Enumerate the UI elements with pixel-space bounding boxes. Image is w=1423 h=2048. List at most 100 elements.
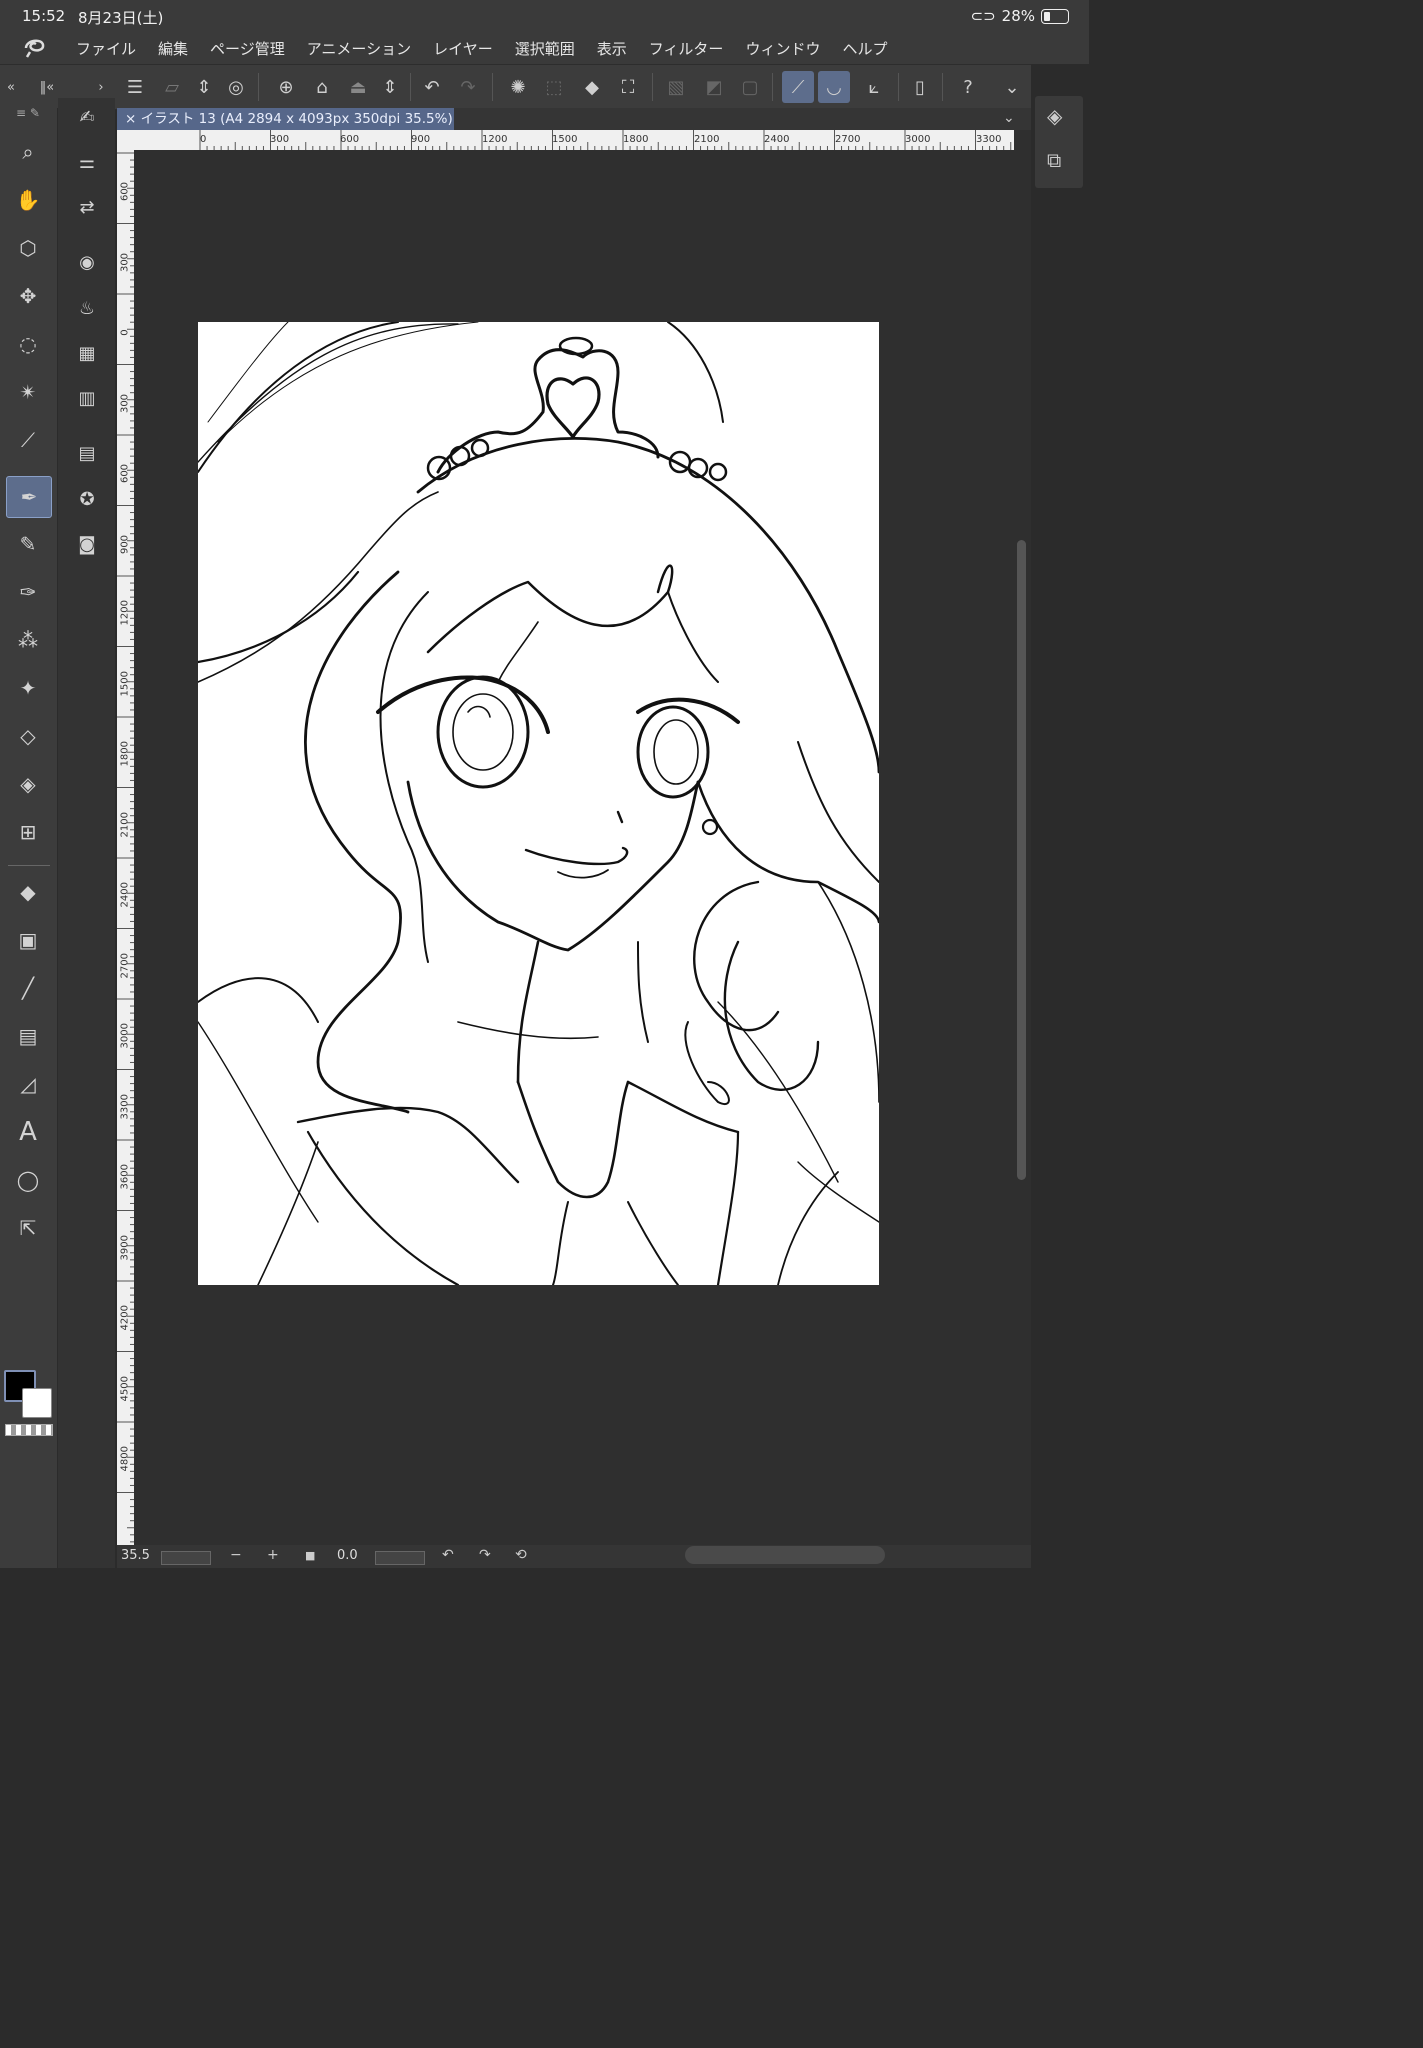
balloon-icon[interactable]: ◯ bbox=[6, 1160, 50, 1200]
hruler-label: 2700 bbox=[835, 134, 861, 145]
tool-property-icon[interactable]: ⚌ bbox=[70, 145, 104, 179]
fill-icon[interactable]: ◆ bbox=[576, 71, 608, 103]
line-art-sketch bbox=[198, 322, 879, 1285]
pen-icon[interactable]: ✒ bbox=[6, 476, 52, 518]
vruler-label: 4800 bbox=[119, 1446, 131, 1472]
intermediate-color-icon[interactable]: ▦ bbox=[70, 336, 104, 370]
device-icon[interactable]: ▯ bbox=[904, 71, 936, 103]
fit-screen-icon[interactable]: ■ bbox=[305, 1549, 315, 1562]
redo-icon[interactable]: ↷ bbox=[452, 71, 484, 103]
brush-size-icon[interactable]: ⇄ bbox=[70, 190, 104, 224]
rotation-slider[interactable] bbox=[375, 1551, 425, 1565]
eyedropper-icon[interactable]: ⟋ bbox=[6, 420, 50, 460]
zoom-icon[interactable]: ⌕ bbox=[6, 132, 50, 172]
panel-grip-icon[interactable]: ‖« bbox=[36, 71, 58, 103]
horizontal-scroll-thumb[interactable] bbox=[685, 1546, 885, 1564]
companion-icon[interactable]: ◎ bbox=[220, 71, 252, 103]
palette-dock: ✍ ⚌ ⇄ ◉ ♨ ▦ ▥ ▤ ✪ ◙ bbox=[58, 98, 115, 1568]
close-icon[interactable]: × bbox=[125, 111, 136, 127]
operation-icon[interactable]: ⇱ bbox=[6, 1208, 50, 1248]
snap-grid-icon[interactable]: ⟀ bbox=[858, 71, 890, 103]
menu-help[interactable]: ヘルプ bbox=[842, 38, 887, 59]
new-canvas-icon[interactable]: ⊕ bbox=[270, 71, 302, 103]
stepper-icon[interactable]: ⇕ bbox=[188, 71, 220, 103]
undo-icon[interactable]: ↶ bbox=[416, 71, 448, 103]
vertical-scroll-thumb[interactable] bbox=[1017, 540, 1026, 1180]
decoration-icon[interactable]: ✦ bbox=[6, 668, 50, 708]
app-logo-icon[interactable] bbox=[22, 36, 48, 58]
color-set-icon[interactable]: ♨ bbox=[70, 291, 104, 325]
auto-select-icon[interactable]: ✴ bbox=[6, 372, 50, 412]
snap-ruler-icon[interactable]: ⟋ bbox=[782, 71, 814, 103]
vertical-scrollbar[interactable] bbox=[1014, 130, 1031, 1545]
menu-view[interactable]: 表示 bbox=[597, 38, 627, 59]
help-icon[interactable]: ? bbox=[952, 71, 984, 103]
color-wheel-icon[interactable]: ◉ bbox=[70, 245, 104, 279]
lasso-icon[interactable]: ◌ bbox=[6, 324, 50, 364]
blend-icon[interactable]: ◈ bbox=[6, 764, 50, 804]
zoom-in-icon[interactable]: + bbox=[267, 1547, 279, 1563]
menu-layer[interactable]: レイヤー bbox=[433, 38, 493, 59]
layer-search-icon[interactable]: ⧉ bbox=[1047, 148, 1061, 172]
collapse-left-icon[interactable]: « bbox=[0, 71, 22, 103]
menu-animation[interactable]: アニメーション bbox=[307, 38, 411, 59]
stepper-2-icon[interactable]: ⇕ bbox=[374, 71, 406, 103]
menu-file[interactable]: ファイル bbox=[76, 38, 136, 59]
invert-selection-icon[interactable]: ◩ bbox=[698, 71, 730, 103]
sub-tool-icon[interactable]: ✍ bbox=[70, 100, 104, 134]
move-icon[interactable]: ✥ bbox=[6, 276, 50, 316]
sub-color-swatch[interactable] bbox=[22, 1388, 52, 1418]
liquify-icon[interactable]: ⊞ bbox=[6, 812, 50, 852]
vruler-label: 3000 bbox=[119, 1023, 131, 1049]
vruler-label: 1800 bbox=[119, 741, 131, 767]
zoom-out-icon[interactable]: − bbox=[230, 1547, 242, 1563]
zoom-value[interactable]: 35.5 bbox=[121, 1548, 150, 1563]
reset-rotation-icon[interactable]: ⟲ bbox=[515, 1547, 527, 1563]
layer-panel-icon[interactable]: ◈ bbox=[1047, 104, 1062, 128]
menu-filter[interactable]: フィルター bbox=[649, 38, 724, 59]
selection-clear-icon[interactable]: ✺ bbox=[502, 71, 534, 103]
menu-window[interactable]: ウィンドウ bbox=[745, 38, 820, 59]
hamburger-menu-icon[interactable]: ☰ bbox=[119, 71, 151, 103]
palette-menu-icon[interactable]: ≡ ✎ bbox=[6, 102, 50, 124]
menu-edit[interactable]: 編集 bbox=[158, 38, 188, 59]
menu-selection[interactable]: 選択範囲 bbox=[515, 38, 575, 59]
hruler-label: 900 bbox=[411, 134, 431, 145]
chevron-down-icon[interactable]: ⌄ bbox=[996, 71, 1028, 103]
text-icon[interactable]: A bbox=[6, 1112, 50, 1152]
status-bar: 15:52 8月23日(土) ⊂⊃ 28% bbox=[0, 0, 1089, 32]
layer-property-icon[interactable]: ▤ bbox=[70, 436, 104, 470]
line-icon[interactable]: ╱ bbox=[6, 968, 50, 1008]
ruler-icon[interactable]: ◿ bbox=[6, 1064, 50, 1104]
save-icon[interactable]: ⏏ bbox=[342, 71, 374, 103]
frame-icon[interactable]: ▤ bbox=[6, 1016, 50, 1056]
timeline-icon[interactable]: ▥ bbox=[70, 381, 104, 415]
gradient-icon[interactable]: ▣ bbox=[6, 920, 50, 960]
open-folder-icon[interactable]: ⌂ bbox=[306, 71, 338, 103]
document-tab[interactable]: × イラスト 13 (A4 2894 x 4093px 350dpi 35.5%… bbox=[117, 108, 454, 130]
deselect-icon[interactable]: ⬚ bbox=[538, 71, 570, 103]
material-icon[interactable]: ✪ bbox=[70, 482, 104, 516]
transparent-color-swatch[interactable] bbox=[5, 1424, 53, 1436]
selection-border-icon[interactable]: ▢ bbox=[734, 71, 766, 103]
snap-special-icon[interactable]: ◡ bbox=[818, 71, 850, 103]
airbrush-icon[interactable]: ⁂ bbox=[6, 620, 50, 660]
zoom-slider[interactable] bbox=[161, 1551, 211, 1565]
edit-layer-icon[interactable]: ▱ bbox=[156, 71, 188, 103]
rotate-left-icon[interactable]: ↶ bbox=[442, 1547, 454, 1563]
tab-chevron-icon[interactable]: ⌄ bbox=[1003, 110, 1015, 126]
fill-tool-icon[interactable]: ◆ bbox=[6, 872, 50, 912]
eraser-icon[interactable]: ◇ bbox=[6, 716, 50, 756]
menu-page[interactable]: ページ管理 bbox=[210, 38, 285, 59]
hruler-label: 0 bbox=[200, 134, 207, 145]
brush-icon[interactable]: ✑ bbox=[6, 572, 50, 612]
clear-outside-icon[interactable]: ▧ bbox=[660, 71, 692, 103]
hand-icon[interactable]: ✋ bbox=[6, 180, 50, 220]
rotate-right-icon[interactable]: ↷ bbox=[479, 1547, 491, 1563]
pencil-icon[interactable]: ✎ bbox=[6, 524, 50, 564]
object-icon[interactable]: ⬡ bbox=[6, 228, 50, 268]
navigator-icon[interactable]: ◙ bbox=[70, 527, 104, 561]
transform-icon[interactable]: ⛶ bbox=[612, 71, 644, 103]
rotation-value[interactable]: 0.0 bbox=[337, 1548, 358, 1563]
canvas-paper[interactable] bbox=[198, 322, 879, 1285]
